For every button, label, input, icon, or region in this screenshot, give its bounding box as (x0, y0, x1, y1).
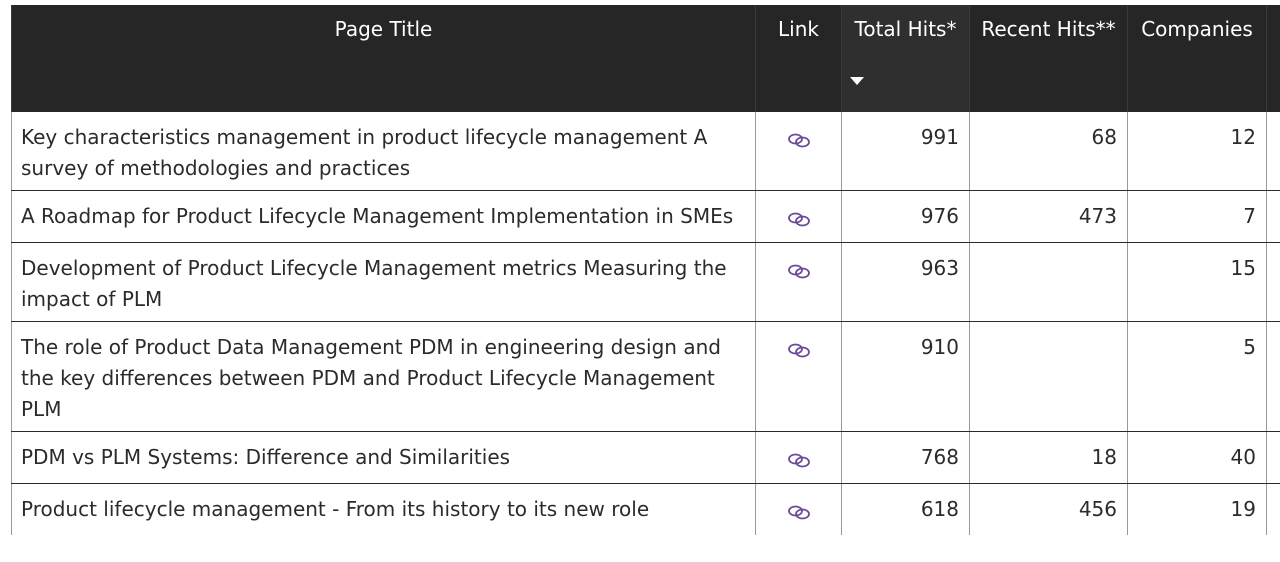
companies-value: 12 (1230, 125, 1256, 149)
link-cell (755, 431, 842, 484)
companies-cell: 12 (1127, 112, 1267, 191)
companies-value: 40 (1230, 445, 1256, 469)
recent-hits-cell: 68 (969, 112, 1128, 191)
link-cell (755, 112, 842, 191)
hits-table-container: Page Title Link Total Hits* Recent Hits*… (11, 5, 1280, 535)
link-chain-icon[interactable] (787, 446, 811, 468)
companies-cell: 40 (1127, 431, 1267, 484)
companies-value: 5 (1243, 335, 1256, 359)
total-hits-value: 910 (920, 335, 959, 359)
companies-value: 15 (1230, 256, 1256, 280)
companies-value: 7 (1243, 204, 1256, 228)
extra-cell (1266, 483, 1280, 535)
table-row: Product lifecycle management - From its … (11, 483, 1280, 535)
link-chain-icon[interactable] (787, 205, 811, 227)
page-title-cell: PDM vs PLM Systems: Difference and Simil… (11, 431, 756, 484)
recent-hits-cell: 18 (969, 431, 1128, 484)
link-cell (755, 321, 842, 432)
recent-hits-cell: 473 (969, 190, 1128, 243)
page-title-cell: Development of Product Lifecycle Managem… (11, 242, 756, 322)
extra-cell (1266, 242, 1280, 322)
total-hits-value: 768 (920, 445, 959, 469)
page-hits-table: Page Title Link Total Hits* Recent Hits*… (11, 5, 1280, 535)
page-title-cell: The role of Product Data Management PDM … (11, 321, 756, 432)
page-title-text: The role of Product Data Management PDM … (21, 335, 721, 421)
page-title-text: Product lifecycle management - From its … (21, 497, 650, 521)
recent-hits-cell (969, 321, 1128, 432)
page-title-cell: Product lifecycle management - From its … (11, 483, 756, 535)
page-title-text: A Roadmap for Product Lifecycle Manageme… (21, 204, 734, 228)
page-title-text: PDM vs PLM Systems: Difference and Simil… (21, 445, 511, 469)
recent-hits-value: 68 (1091, 125, 1117, 149)
column-header-link[interactable]: Link (755, 5, 842, 112)
table-row: A Roadmap for Product Lifecycle Manageme… (11, 190, 1280, 243)
companies-cell: 15 (1127, 242, 1267, 322)
link-cell (755, 242, 842, 322)
companies-value: 19 (1230, 497, 1256, 521)
page-title-cell: Key characteristics management in produc… (11, 112, 756, 191)
page-title-cell: A Roadmap for Product Lifecycle Manageme… (11, 190, 756, 243)
link-chain-icon[interactable] (787, 498, 811, 520)
column-header-total-hits[interactable]: Total Hits* (841, 5, 970, 112)
total-hits-cell: 910 (841, 321, 970, 432)
extra-cell (1266, 190, 1280, 243)
column-header-companies[interactable]: Companies (1127, 5, 1267, 112)
extra-cell (1266, 321, 1280, 432)
link-chain-icon[interactable] (787, 336, 811, 358)
recent-hits-cell: 456 (969, 483, 1128, 535)
companies-cell: 7 (1127, 190, 1267, 243)
table-row: Key characteristics management in produc… (11, 112, 1280, 191)
recent-hits-value: 456 (1078, 497, 1117, 521)
total-hits-value: 991 (920, 125, 959, 149)
link-chain-icon[interactable] (787, 257, 811, 279)
column-header-extra (1266, 5, 1280, 112)
companies-cell: 19 (1127, 483, 1267, 535)
recent-hits-cell (969, 242, 1128, 322)
table-row: The role of Product Data Management PDM … (11, 321, 1280, 432)
companies-cell: 5 (1127, 321, 1267, 432)
total-hits-cell: 991 (841, 112, 970, 191)
link-chain-icon[interactable] (787, 126, 811, 148)
total-hits-value: 976 (920, 204, 959, 228)
recent-hits-value: 473 (1078, 204, 1117, 228)
recent-hits-value: 18 (1091, 445, 1117, 469)
extra-cell (1266, 112, 1280, 191)
table-header-row: Page Title Link Total Hits* Recent Hits*… (11, 5, 1280, 112)
total-hits-header-label: Total Hits* (854, 17, 957, 41)
recent-hits-header-label: Recent Hits** (981, 17, 1116, 41)
companies-header-label: Companies (1141, 17, 1253, 41)
table-row: Development of Product Lifecycle Managem… (11, 242, 1280, 322)
total-hits-cell: 618 (841, 483, 970, 535)
page-title-text: Key characteristics management in produc… (21, 125, 708, 180)
total-hits-cell: 768 (841, 431, 970, 484)
total-hits-cell: 963 (841, 242, 970, 322)
sort-descending-icon[interactable] (850, 77, 864, 85)
page-title-header-label: Page Title (334, 17, 433, 41)
table-row: PDM vs PLM Systems: Difference and Simil… (11, 431, 1280, 484)
extra-cell (1266, 431, 1280, 484)
total-hits-cell: 976 (841, 190, 970, 243)
link-cell (755, 190, 842, 243)
link-header-label: Link (778, 17, 819, 41)
link-cell (755, 483, 842, 535)
column-header-page-title[interactable]: Page Title (11, 5, 756, 112)
total-hits-value: 618 (920, 497, 959, 521)
total-hits-value: 963 (920, 256, 959, 280)
column-header-recent-hits[interactable]: Recent Hits** (969, 5, 1128, 112)
table-body: Key characteristics management in produc… (11, 112, 1280, 535)
page-title-text: Development of Product Lifecycle Managem… (21, 256, 727, 311)
